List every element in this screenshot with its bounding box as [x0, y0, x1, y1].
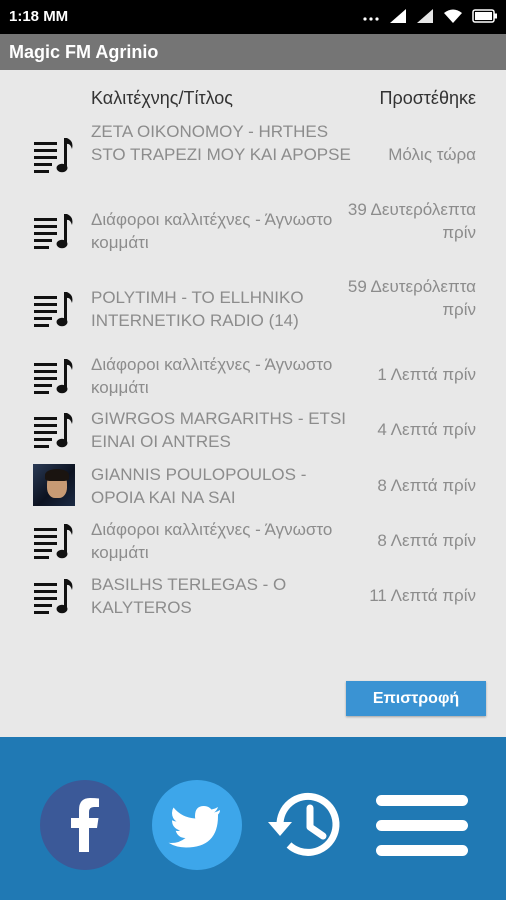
signal-icon-2	[416, 8, 434, 24]
song-added-time: Μόλις τώρα	[388, 145, 476, 164]
song-title: GIANNIS POULOPOULOS - OPOIA KAI NA SAI	[91, 465, 307, 507]
dots-icon	[362, 9, 380, 23]
app-title: Magic FM Agrinio	[9, 42, 159, 62]
music-list-icon	[33, 409, 75, 451]
status-time: 1:18 MM	[9, 8, 69, 25]
music-list-icon	[33, 575, 75, 617]
column-header-added: Προστέθηκε	[379, 88, 476, 108]
song-title: BASILHS TERLEGAS - O KALYTEROS	[91, 575, 287, 617]
song-added-time: 8 Λεπτά πρίν	[377, 476, 476, 495]
music-list-icon	[33, 355, 75, 397]
album-art-image	[33, 464, 75, 506]
song-title: POLYTIMH - TO ELLHNIKO INTERNETIKO RADIO…	[91, 288, 304, 330]
song-added-time: 59 Δευτερόλεπτα πρίν	[347, 277, 476, 319]
song-title: GIWRGOS MARGARITHS - ETSI EINAI OI ANTRE…	[91, 409, 347, 451]
twitter-button[interactable]	[152, 780, 242, 870]
history-button[interactable]	[262, 780, 352, 870]
song-added-time: 4 Λεπτά πρίν	[377, 420, 476, 439]
song-added-time: 1 Λεπτά πρίν	[377, 365, 476, 384]
status-icons	[362, 8, 498, 24]
signal-icon	[389, 8, 407, 24]
facebook-icon	[71, 798, 99, 852]
song-added-time: 39 Δευτερόλεπτα πρίν	[347, 200, 476, 242]
back-button[interactable]: Επιστροφή	[346, 681, 486, 716]
app-bar: Magic FM Agrinio	[0, 34, 506, 70]
album-art-hair	[45, 469, 69, 481]
music-list-icon	[33, 288, 75, 330]
menu-button[interactable]	[376, 790, 468, 860]
menu-icon	[376, 795, 468, 856]
music-list-icon	[33, 210, 75, 252]
song-added-time: 11 Λεπτά πρίν	[369, 586, 476, 605]
song-title: ZETA OIKONOMOY - HRTHES STO TRAPEZI MOY …	[91, 122, 351, 164]
song-title: Διάφοροι καλλιτέχνες - Άγνωστο κομμάτι	[91, 355, 333, 397]
music-list-icon	[33, 134, 75, 176]
album-art	[33, 464, 75, 506]
status-bar: 1:18 MM	[0, 0, 506, 34]
history-icon	[268, 792, 340, 856]
music-list-icon	[33, 520, 75, 562]
song-title: Διάφοροι καλλιτέχνες - Άγνωστο κομμάτι	[91, 210, 333, 252]
battery-icon	[472, 9, 498, 23]
song-added-time: 8 Λεπτά πρίν	[377, 531, 476, 550]
recent-songs-panel: Καλιτέχνης/Τίτλος Προστέθηκε ZETA OIKONO…	[0, 70, 506, 737]
song-title: Διάφοροι καλλιτέχνες - Άγνωστο κομμάτι	[91, 520, 333, 562]
column-header-artist-title: Καλιτέχνης/Τίτλος	[91, 88, 233, 108]
wifi-icon	[443, 8, 463, 24]
twitter-icon	[168, 806, 220, 848]
facebook-button[interactable]	[40, 780, 130, 870]
bottom-bar	[0, 737, 506, 900]
